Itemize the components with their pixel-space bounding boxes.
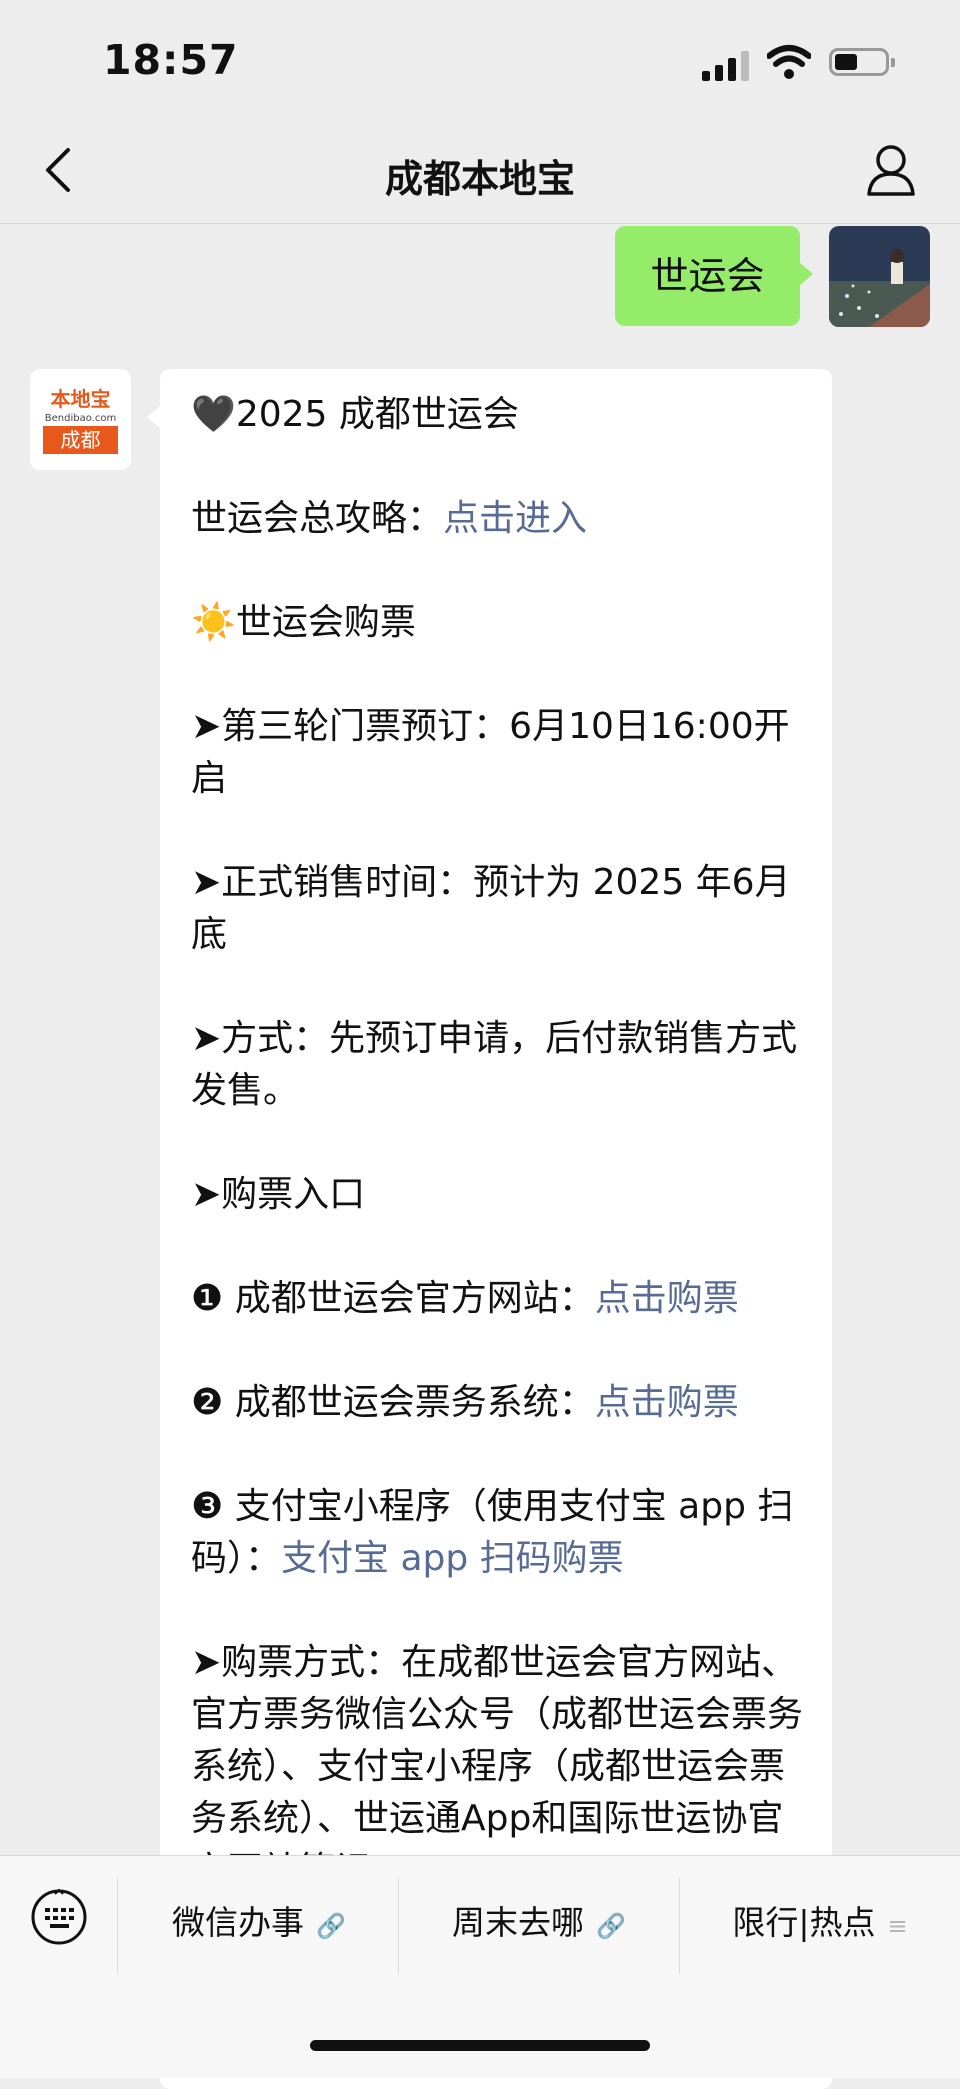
logo-url: Bendibao.com: [44, 413, 117, 424]
message-heading: 🖤2025 成都世运会: [191, 394, 519, 435]
cellular-signal-icon: [702, 47, 752, 81]
bot-message-bubble: 🖤2025 成都世运会 世运会总攻略：点击进入 ☀️世运会购票 ➤第三轮门票预订…: [147, 369, 832, 2089]
ticket-heading: ☀️世运会购票: [191, 602, 416, 643]
entry-2: ❷ 成都世运会票务系统：点击购票: [191, 1382, 739, 1423]
status-time: 18:57: [103, 36, 239, 84]
wifi-icon: [767, 45, 811, 79]
profile-icon[interactable]: [865, 142, 917, 198]
menu-item-weekend[interactable]: 周末去哪 🔗: [400, 1896, 678, 1946]
entry-3: ❸ 支付宝小程序（使用支付宝 app 扫码）：支付宝 app 扫码购票: [191, 1486, 794, 1579]
page-title: 成都本地宝: [384, 157, 575, 201]
menu-item-wechat-services[interactable]: 微信办事 🔗: [120, 1896, 398, 1946]
sale-time-info: ➤正式销售时间：预计为 2025 年6月底: [191, 862, 791, 955]
home-indicator: [310, 2040, 650, 2051]
entry-3-link[interactable]: 支付宝 app 扫码购票: [281, 1538, 624, 1579]
status-bar: 18:57: [0, 0, 960, 120]
keyboard-icon[interactable]: [30, 1888, 88, 1946]
battery-icon: [829, 48, 895, 76]
menu-divider: [398, 1878, 399, 1974]
method-info: ➤方式：先预订申请，后付款销售方式发售。: [191, 1018, 798, 1111]
logo-text: 本地宝: [50, 387, 111, 411]
logo-city: 成都: [43, 426, 118, 454]
entry-1-link[interactable]: 点击购票: [595, 1278, 739, 1319]
link-icon: 🔗: [316, 1912, 346, 1940]
entry-heading: ➤购票入口: [191, 1174, 366, 1215]
bendibao-logo-avatar[interactable]: 本地宝 Bendibao.com 成都: [30, 369, 131, 470]
menu-divider: [117, 1878, 118, 1974]
round3-info: ➤第三轮门票预订：6月10日16:00开启: [191, 706, 790, 799]
entry-1: ❶ 成都世运会官方网站：点击购票: [191, 1278, 739, 1319]
user-message-bubble[interactable]: 世运会: [615, 226, 813, 326]
entry-2-link[interactable]: 点击购票: [595, 1382, 739, 1423]
menu-icon: ≡: [887, 1912, 908, 1940]
menu-item-traffic-hotspot[interactable]: 限行|热点 ≡: [680, 1896, 960, 1946]
link-icon: 🔗: [596, 1912, 626, 1940]
user-avatar[interactable]: [829, 226, 930, 327]
guide-link[interactable]: 点击进入: [443, 498, 587, 539]
nav-bar: 成都本地宝: [0, 120, 960, 224]
guide-line: 世运会总攻略：点击进入: [191, 498, 588, 539]
